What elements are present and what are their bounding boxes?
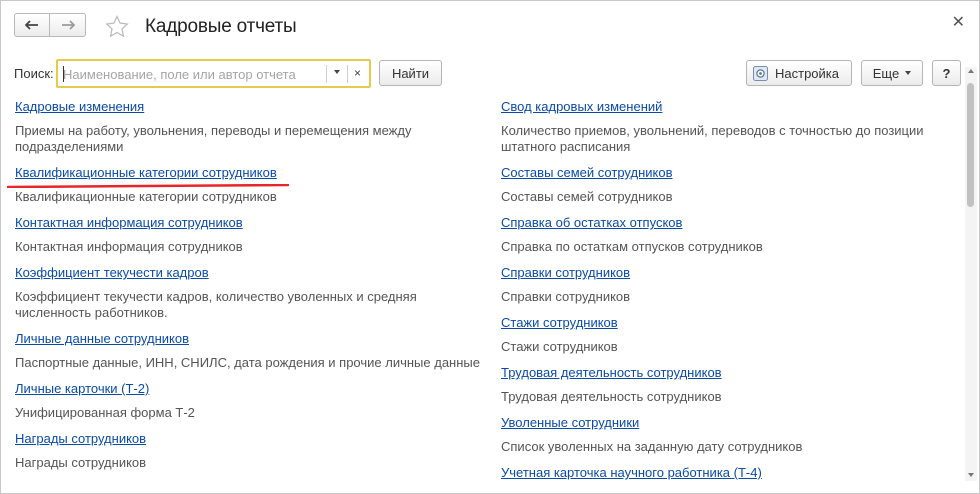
forward-button[interactable] [50,13,86,37]
clear-icon[interactable]: × [354,66,361,80]
red-underline-annotation [7,184,289,188]
settings-button[interactable]: Настройка [746,60,852,86]
more-button[interactable]: Еще [861,60,923,86]
report-link[interactable]: Квалификационные категории сотрудников [15,165,277,181]
chevron-down-icon [905,71,912,75]
help-button[interactable]: ? [932,60,961,86]
report-description: Трудовая деятельность сотрудников [501,389,722,404]
list-item: Награды сотрудников Награды сотрудников [15,431,495,471]
report-description: Квалификационные категории сотрудников [15,189,277,204]
report-description: Унифицированная форма Т-2 [15,405,195,420]
back-button[interactable] [14,13,50,37]
find-button[interactable]: Найти [379,60,442,86]
report-description: Контактная информация сотрудников [15,239,243,254]
report-description: Справка по остаткам отпусков сотрудников [501,239,763,254]
report-description: Награды сотрудников [15,455,147,470]
report-description: Коэффициент текучести кадров, количество… [15,289,417,320]
list-item: Составы семей сотрудников Составы семей … [501,165,967,205]
list-item: Учетная карточка научного работника (Т-4… [501,465,967,481]
list-item: Свод кадровых изменений Количество прием… [501,99,967,155]
search-divider [326,65,327,83]
search-label: Поиск: [14,66,54,81]
close-icon[interactable]: ✕ [952,15,965,31]
report-link[interactable]: Личные карточки (Т-2) [15,381,149,397]
list-item: Трудовая деятельность сотрудников Трудов… [501,365,967,405]
report-description: Справки сотрудников [501,289,631,304]
scroll-down-icon[interactable] [968,473,974,477]
report-description: Паспортные данные, ИНН, СНИЛС, дата рожд… [15,355,480,370]
list-item: Личные данные сотрудников Паспортные дан… [15,331,495,371]
report-link[interactable]: Свод кадровых изменений [501,99,662,115]
settings-button-label: Настройка [775,65,839,81]
scrollbar-thumb[interactable] [967,83,974,207]
list-item: Справка об остатках отпусков Справка по … [501,215,967,255]
report-link[interactable]: Контактная информация сотрудников [15,215,243,231]
list-item: Кадровые изменения Приемы на работу, уво… [15,99,495,155]
report-link[interactable]: Составы семей сотрудников [501,165,672,181]
list-item: Стажи сотрудников Стажи сотрудников [501,315,967,355]
report-description: Список уволенных на заданную дату сотруд… [501,439,803,454]
list-item: Уволенные сотрудники Список уволенных на… [501,415,967,455]
report-description: Приемы на работу, увольнения, переводы и… [15,123,412,154]
report-description: Стажи сотрудников [501,339,618,354]
arrow-left-icon [25,20,38,30]
list-item: Контактная информация сотрудников Контак… [15,215,495,255]
search-field[interactable]: × [56,59,371,88]
scroll-up-icon[interactable] [968,69,974,73]
report-link[interactable]: Справки сотрудников [501,265,630,281]
report-link[interactable]: Уволенные сотрудники [501,415,639,431]
report-list: Кадровые изменения Приемы на работу, уво… [1,93,967,483]
search-input[interactable] [63,65,325,83]
text-cursor [63,66,64,82]
page-title: Кадровые отчеты [145,16,297,37]
list-item: Личные карточки (Т-2) Унифицированная фо… [15,381,495,421]
vertical-scrollbar[interactable] [965,67,977,481]
report-link[interactable]: Стажи сотрудников [501,315,618,331]
report-description: Количество приемов, увольнений, переводо… [501,123,924,154]
report-link[interactable]: Кадровые изменения [15,99,144,115]
arrow-right-icon [61,20,75,30]
report-window: Кадровые отчеты ✕ Поиск: × Найти Настрой… [0,0,980,494]
list-item: Справки сотрудников Справки сотрудников [501,265,967,305]
chevron-down-icon[interactable] [334,70,340,74]
report-link[interactable]: Коэффициент текучести кадров [15,265,209,281]
report-link[interactable]: Справка об остатках отпусков [501,215,682,231]
report-link[interactable]: Трудовая деятельность сотрудников [501,365,722,381]
star-icon[interactable] [105,15,129,38]
search-divider [347,65,348,83]
report-link[interactable]: Награды сотрудников [15,431,146,447]
list-item: Коэффициент текучести кадров Коэффициент… [15,265,495,321]
report-description: Составы семей сотрудников [501,189,673,204]
settings-panel-icon [753,65,768,81]
report-link[interactable]: Личные данные сотрудников [15,331,189,347]
more-button-label: Еще [872,65,900,81]
report-link[interactable]: Учетная карточка научного работника (Т-4… [501,465,762,481]
